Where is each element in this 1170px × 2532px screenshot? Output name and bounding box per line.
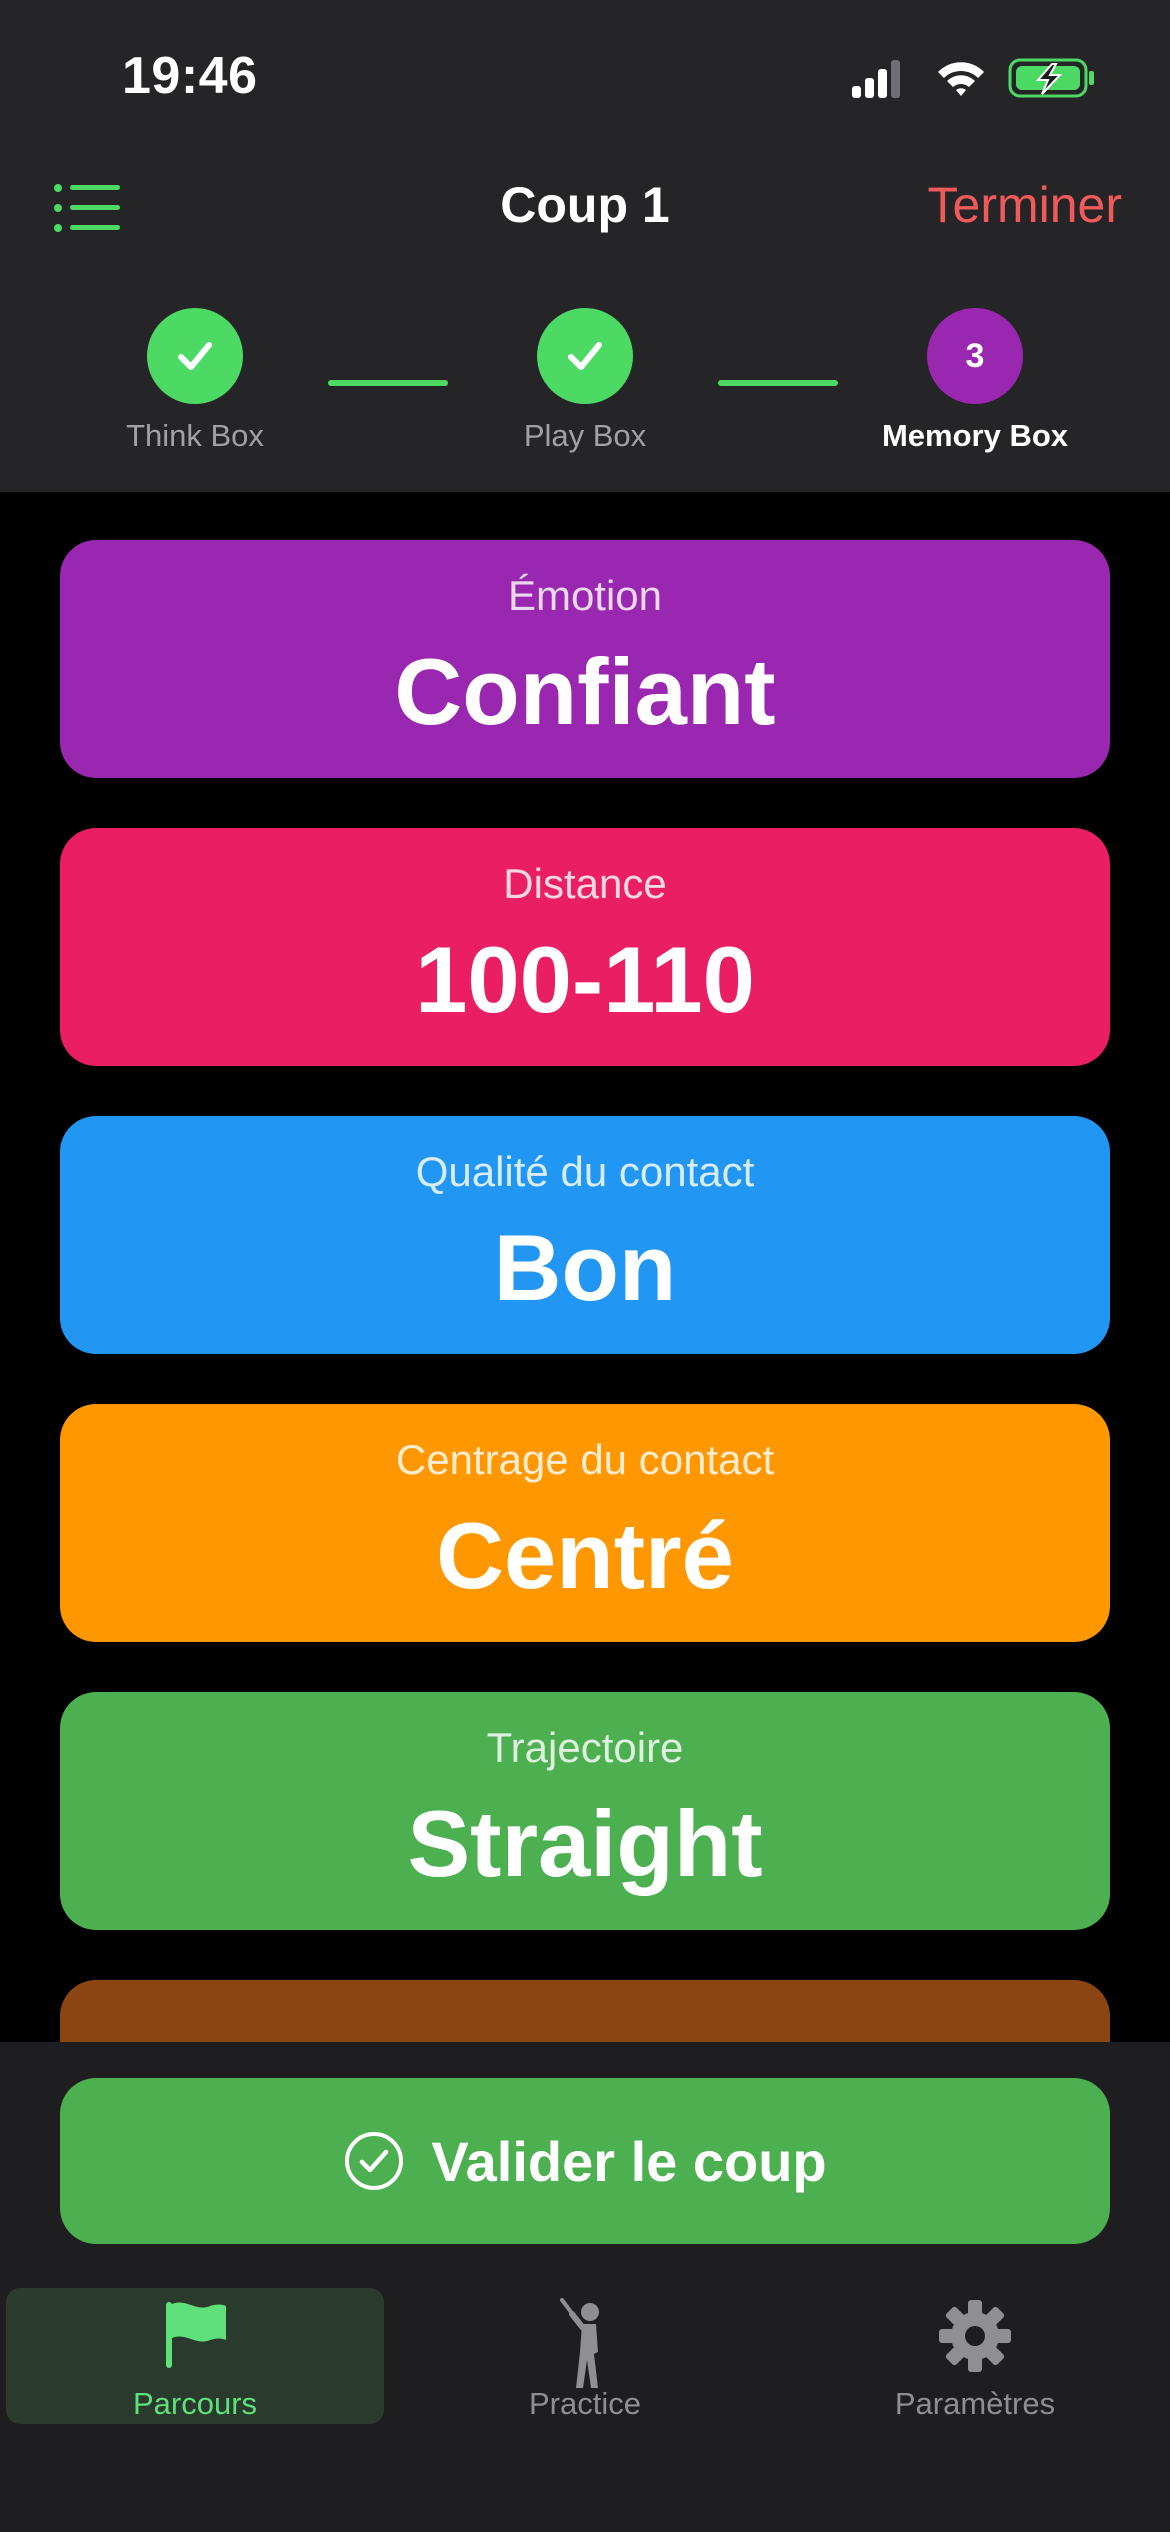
memory-cards-list[interactable]: Émotion Confiant Distance 100-110 Qualit… bbox=[0, 492, 1170, 2042]
tab-parametres[interactable]: Paramètres bbox=[786, 2288, 1164, 2424]
card-caption: Émotion bbox=[507, 572, 663, 619]
header: 19:46 Coup 1 Terminer Think Box Play Box… bbox=[0, 0, 1170, 492]
card-caption: Trajectoire bbox=[486, 1724, 684, 1771]
step-label: Think Box bbox=[126, 418, 264, 453]
step-think-box: Think Box bbox=[55, 308, 335, 454]
contact-centering-card[interactable]: Centrage du contact Centré bbox=[60, 1404, 1110, 1642]
tab-label: Practice bbox=[529, 2386, 641, 2421]
bottom-bar: Valider le coup Parcours Practice Paramè… bbox=[0, 2042, 1170, 2532]
card-value: Bon bbox=[493, 1215, 677, 1320]
card-value: 100-110 bbox=[415, 927, 755, 1032]
card-caption: Distance bbox=[503, 860, 667, 907]
step-connector bbox=[718, 380, 838, 386]
card-value: Confiant bbox=[394, 639, 776, 744]
card-value: Centré bbox=[436, 1503, 734, 1608]
checkmark-icon bbox=[568, 342, 602, 370]
step-done-circle bbox=[147, 308, 243, 404]
tab-label: Paramètres bbox=[894, 2386, 1056, 2421]
validate-shot-button[interactable]: Valider le coup bbox=[60, 2078, 1110, 2244]
status-icons bbox=[852, 58, 1094, 98]
gear-icon bbox=[939, 2300, 1011, 2372]
step-memory-box: 3 Memory Box bbox=[835, 308, 1115, 454]
check-circle-icon bbox=[345, 2132, 404, 2190]
validate-shot-label: Valider le coup bbox=[431, 2129, 827, 2193]
flag-icon bbox=[166, 2302, 226, 2368]
finish-button[interactable]: Terminer bbox=[928, 176, 1122, 234]
golfer-icon bbox=[560, 2298, 599, 2388]
wifi-icon bbox=[938, 62, 984, 96]
trajectory-card[interactable]: Trajectoire Straight bbox=[60, 1692, 1110, 1930]
step-number-circle: 3 bbox=[927, 308, 1023, 404]
battery-charging-icon bbox=[1008, 58, 1094, 98]
step-done-circle bbox=[537, 308, 633, 404]
tab-parcours[interactable]: Parcours bbox=[6, 2288, 384, 2424]
step-play-box: Play Box bbox=[445, 308, 725, 454]
cellular-signal-icon bbox=[852, 60, 900, 98]
status-time: 19:46 bbox=[122, 47, 258, 105]
emotion-card[interactable]: Émotion Confiant bbox=[60, 540, 1110, 778]
tab-practice[interactable]: Practice bbox=[396, 2288, 774, 2424]
checkmark-icon bbox=[178, 342, 212, 370]
step-connector bbox=[328, 380, 448, 386]
step-label: Play Box bbox=[523, 418, 647, 453]
tab-label: Parcours bbox=[132, 2386, 258, 2421]
partially-visible-card[interactable] bbox=[60, 1980, 1110, 2042]
card-value: Straight bbox=[407, 1791, 763, 1896]
step-label: Memory Box bbox=[881, 418, 1069, 453]
distance-card[interactable]: Distance 100-110 bbox=[60, 828, 1110, 1066]
card-caption: Qualité du contact bbox=[415, 1148, 755, 1195]
contact-quality-card[interactable]: Qualité du contact Bon bbox=[60, 1116, 1110, 1354]
card-caption: Centrage du contact bbox=[395, 1436, 775, 1483]
